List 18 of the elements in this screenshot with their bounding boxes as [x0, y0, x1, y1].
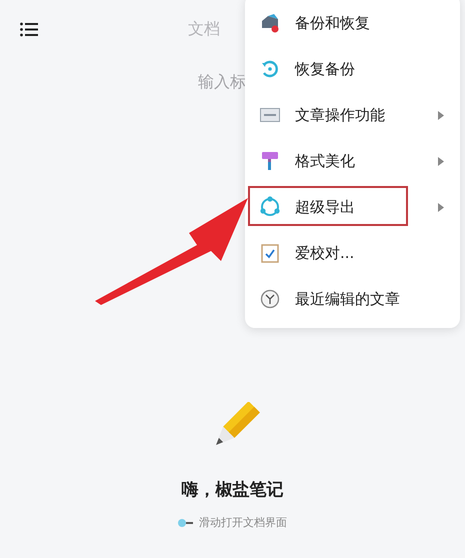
menu-item[interactable]: 文章操作功能 — [245, 92, 460, 138]
menu-icon[interactable] — [20, 22, 38, 36]
swipe-icon — [178, 518, 194, 526]
menu-item[interactable]: 爱校对... — [245, 230, 460, 276]
drive-icon — [259, 13, 281, 33]
menu-item[interactable]: 超级导出 — [245, 184, 460, 230]
menu-item[interactable]: 备份和恢复 — [245, 0, 460, 46]
menu-item[interactable]: 恢复备份 — [245, 46, 460, 92]
checklist-icon — [259, 243, 281, 263]
restore-icon — [259, 59, 281, 79]
paint-roller-icon — [259, 151, 281, 171]
swipe-hint: 滑动打开文档界面 — [199, 515, 287, 530]
keyboard-key-icon — [259, 108, 281, 122]
menu-item[interactable]: 格式美化 — [245, 138, 460, 184]
cycle-icon — [259, 196, 281, 218]
welcome-title: 嗨，椒盐笔记 — [182, 479, 284, 501]
menu-item[interactable]: 最近编辑的文章 — [245, 276, 460, 322]
clock-icon — [259, 289, 281, 309]
